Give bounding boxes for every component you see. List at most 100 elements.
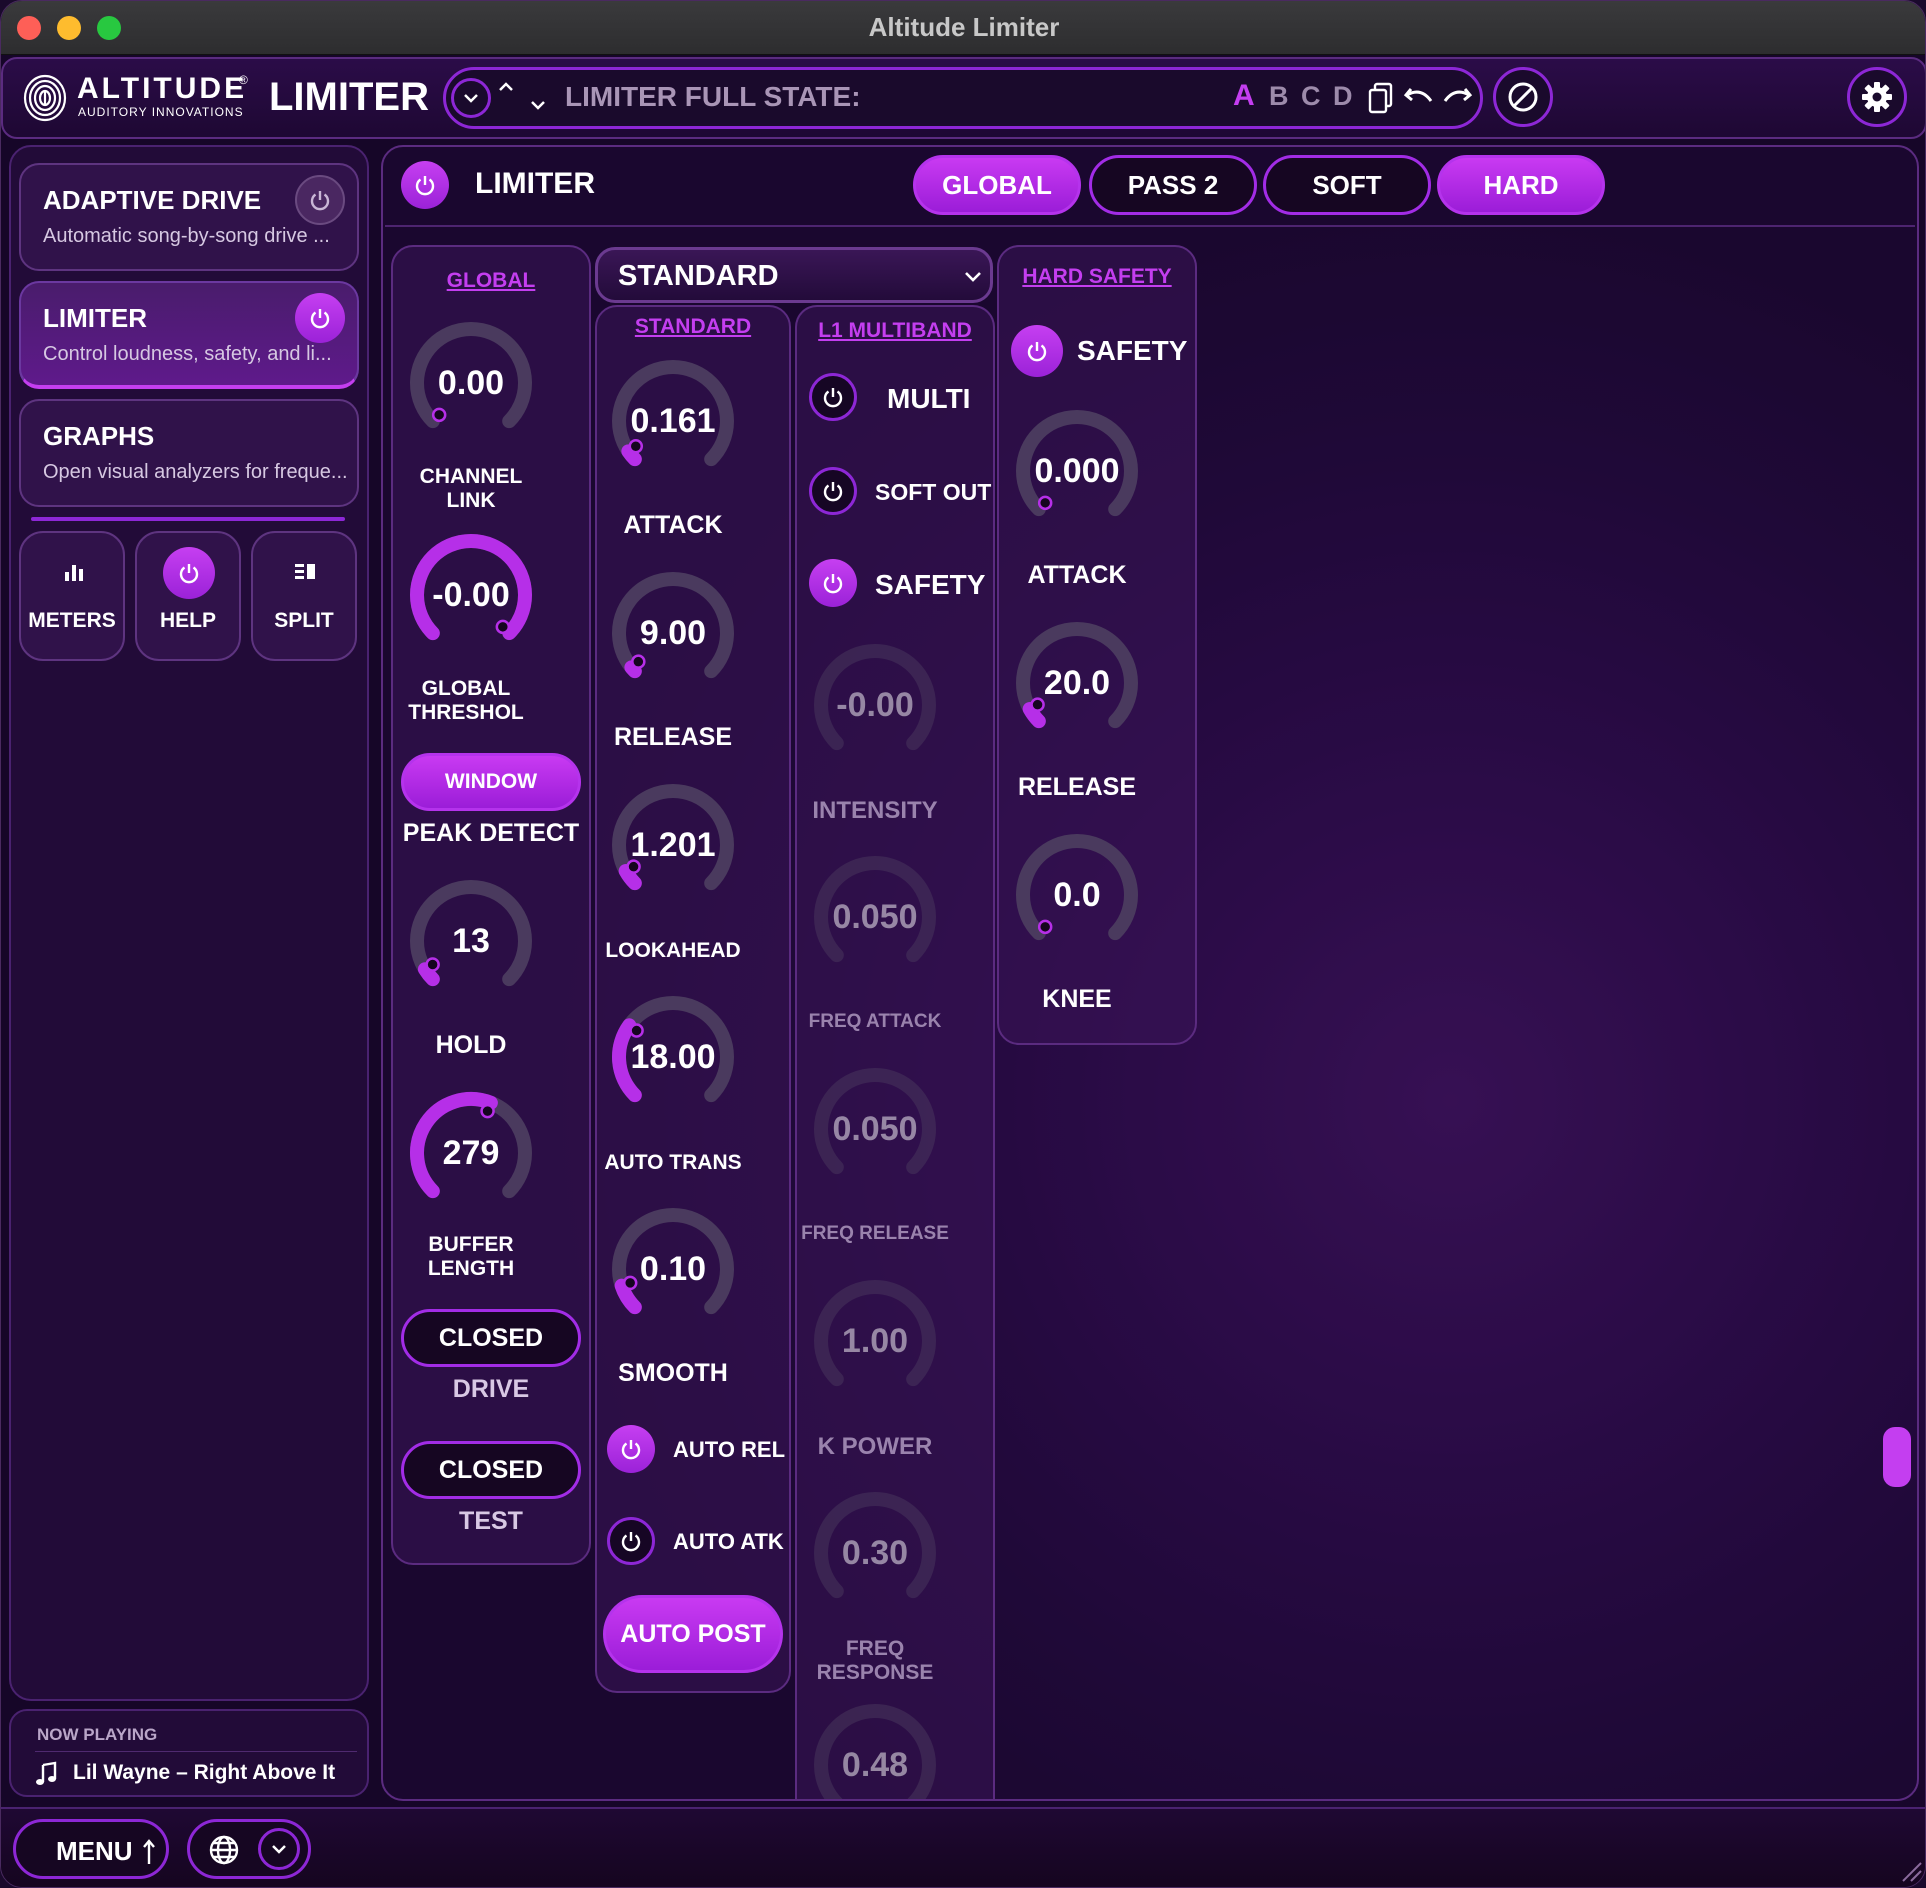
freq-release-knob[interactable]: 0.050 [805, 1059, 945, 1199]
multiband-extra-knob[interactable]: 0.48 [805, 1695, 945, 1799]
auto-trans-knob[interactable]: 18.00 [603, 987, 743, 1127]
soft-out-toggle[interactable] [809, 467, 857, 515]
peak-detect-window-button[interactable]: WINDOW [401, 753, 581, 811]
menu-button[interactable]: MENU [13, 1819, 169, 1879]
mode-dropdown-value: STANDARD [618, 260, 779, 292]
resize-grip-icon[interactable] [1895, 1855, 1923, 1883]
preset-next-button[interactable] [527, 95, 549, 115]
graphs-card-title: GRAPHS [43, 421, 155, 451]
chevron-down-icon [965, 272, 981, 282]
release-knob[interactable]: 9.00 [603, 563, 743, 703]
chevron-down-icon [272, 1845, 286, 1854]
adaptive-drive-title: ADAPTIVE DRIVE [43, 185, 262, 215]
auto-rel-toggle[interactable] [607, 1425, 655, 1473]
smooth-knob[interactable]: 0.10 [603, 1199, 743, 1339]
test-closed-button[interactable]: CLOSED [401, 1441, 581, 1499]
freq-release-value: 0.050 [832, 1109, 918, 1148]
knee-knob[interactable]: 0.0 [1007, 825, 1147, 965]
menu-label: MENU [56, 1836, 133, 1866]
tab-pass-2[interactable]: PASS 2 [1089, 155, 1257, 215]
global-section-link[interactable]: GLOBAL [391, 269, 591, 293]
hold-knob[interactable]: 13 [401, 871, 541, 1011]
split-view-icon [295, 564, 315, 579]
buffer-length-label: BUFFER LENGTH [427, 1233, 515, 1280]
limiter-card-subtitle: Control loudness, safety, and li... [43, 343, 332, 365]
global-threshold-value: -0.00 [432, 575, 510, 614]
bypass-icon [1508, 82, 1538, 112]
smooth-value: 0.10 [639, 1249, 707, 1288]
intensity-knob[interactable]: -0.00 [805, 635, 945, 775]
meters-button[interactable]: METERS [19, 531, 125, 661]
power-icon [823, 482, 843, 502]
auto-post-button[interactable]: AUTO POST [603, 1595, 783, 1673]
preset-menu-button[interactable] [451, 78, 491, 118]
slot-a-button[interactable]: A [1233, 79, 1255, 113]
intensity-value: -0.00 [836, 685, 914, 724]
slot-b-button[interactable]: B [1269, 81, 1289, 112]
scrollbar-thumb[interactable] [1883, 1427, 1911, 1487]
settings-button[interactable] [1847, 67, 1907, 127]
preset-previous-button[interactable] [495, 77, 517, 97]
help-button[interactable]: HELP [135, 531, 241, 661]
k-power-knob[interactable]: 1.00 [805, 1271, 945, 1411]
hard-release-knob[interactable]: 20.0 [1007, 613, 1147, 753]
copy-icon[interactable] [1367, 81, 1395, 115]
tab-hard[interactable]: HARD [1437, 155, 1605, 215]
multiband-section-link[interactable]: L1 MULTIBAND [795, 319, 995, 343]
tab-soft[interactable]: SOFT [1263, 155, 1431, 215]
language-selector[interactable] [187, 1819, 311, 1879]
lookahead-value: 1.201 [630, 825, 716, 864]
preset-name-field[interactable]: LIMITER FULL STATE: [565, 81, 861, 113]
channel-link-knob[interactable]: 0.00 [401, 313, 541, 453]
help-label: HELP [159, 609, 216, 632]
freq-response-label: FREQ RESPONSE [816, 1637, 934, 1684]
title-bar: Altitude Limiter [1, 1, 1925, 55]
language-dropdown-button[interactable] [258, 1828, 300, 1870]
multi-toggle[interactable] [809, 373, 857, 421]
split-button[interactable]: SPLIT [251, 531, 357, 661]
drive-label: DRIVE [452, 1375, 530, 1403]
music-note-icon [36, 1761, 57, 1785]
redo-icon[interactable] [1441, 83, 1473, 111]
power-icon [621, 1440, 641, 1460]
limiter-power-button[interactable] [295, 293, 345, 343]
limiter-main-power-button[interactable] [401, 161, 449, 209]
soft-out-label: SOFT OUT [875, 479, 992, 505]
auto-atk-label: AUTO ATK [673, 1529, 784, 1554]
auto-atk-toggle[interactable] [607, 1517, 655, 1565]
global-threshold-knob[interactable]: -0.00 [401, 525, 541, 665]
hard-release-label: RELEASE [1017, 773, 1137, 801]
graphs-card[interactable]: GRAPHS Open visual analyzers for freque.… [19, 399, 359, 507]
tab-global[interactable]: GLOBAL [913, 155, 1081, 215]
attack-knob[interactable]: 0.161 [603, 351, 743, 491]
slot-d-button[interactable]: D [1333, 81, 1353, 112]
gear-icon [1862, 82, 1892, 112]
freq-response-knob[interactable]: 0.30 [805, 1483, 945, 1623]
window-title: Altitude Limiter [868, 12, 1060, 42]
intensity-label: INTENSITY [812, 797, 938, 824]
standard-section-link[interactable]: STANDARD [595, 315, 791, 339]
hard-safety-section-link[interactable]: HARD SAFETY [997, 265, 1197, 289]
multiband-safety-toggle[interactable] [809, 559, 857, 607]
limiter-card[interactable]: LIMITER Control loudness, safety, and li… [19, 281, 359, 389]
brand-subtitle: AUDITORY INNOVATIONS [78, 105, 244, 119]
hard-safety-toggle[interactable] [1011, 325, 1063, 377]
adaptive-drive-card[interactable]: ADAPTIVE DRIVE Automatic song-by-song dr… [19, 163, 359, 271]
bypass-button[interactable] [1493, 67, 1553, 127]
freq-attack-knob[interactable]: 0.050 [805, 847, 945, 987]
undo-icon[interactable] [1403, 83, 1435, 111]
auto-trans-value: 18.00 [630, 1037, 716, 1076]
smooth-label: SMOOTH [618, 1359, 728, 1387]
slot-c-button[interactable]: C [1301, 81, 1321, 112]
lookahead-knob[interactable]: 1.201 [603, 775, 743, 915]
hard-attack-knob[interactable]: 0.000 [1007, 401, 1147, 541]
drive-closed-button[interactable]: CLOSED [401, 1309, 581, 1367]
peak-detect-label: PEAK DETECT [402, 819, 580, 847]
release-value: 9.00 [639, 613, 707, 652]
meters-label: METERS [28, 609, 116, 632]
adaptive-drive-power-button[interactable] [295, 175, 345, 225]
mode-dropdown[interactable]: STANDARD [595, 247, 993, 303]
k-power-label: K POWER [817, 1433, 933, 1460]
power-icon [179, 564, 199, 584]
buffer-length-knob[interactable]: 279 [401, 1083, 541, 1223]
